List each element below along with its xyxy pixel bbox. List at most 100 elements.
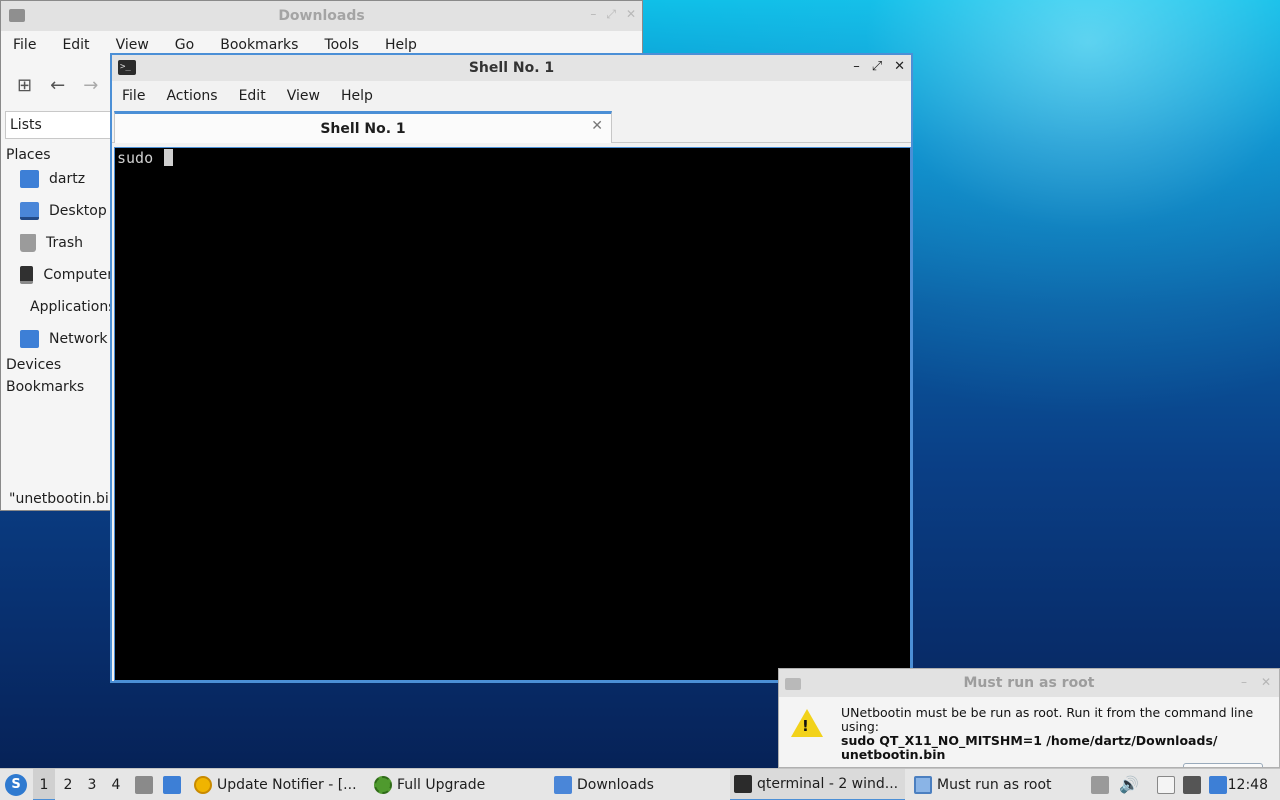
place-home[interactable]: dartz <box>1 163 113 195</box>
menu-file[interactable]: File <box>122 88 145 104</box>
terminal-window: >_ Shell No. 1 – ⤢ ✕ File Actions Edit V… <box>110 53 913 683</box>
gear-icon <box>374 776 392 794</box>
menu-help[interactable]: Help <box>341 88 373 104</box>
dialog-message: UNetbootin must be be run as root. Run i… <box>841 706 1279 762</box>
bookmarks-header[interactable]: Bookmarks <box>1 373 113 395</box>
command-text: unetbootin.bin <box>841 747 946 762</box>
command-text: sudo QT_X11_NO_MITSHM=1 /home/dartz/Down… <box>841 733 1218 748</box>
menu-edit[interactable]: Edit <box>239 88 266 104</box>
forward-arrow-icon[interactable]: → <box>83 75 98 96</box>
start-menu-button[interactable]: S <box>5 774 27 796</box>
update-available-icon[interactable] <box>1209 776 1227 794</box>
task-label: qterminal - 2 wind... <box>757 776 899 792</box>
home-folder-icon <box>20 170 39 188</box>
place-network[interactable]: Network <box>1 323 113 355</box>
close-icon[interactable]: ✕ <box>1261 675 1271 689</box>
task-label: Full Upgrade <box>397 777 486 793</box>
place-label: dartz <box>49 171 86 187</box>
message-line: UNetbootin must be be run as root. Run i… <box>841 705 1254 734</box>
task-full-upgrade[interactable]: Full Upgrade <box>374 769 544 800</box>
warning-mark: ! <box>802 717 809 735</box>
tray-arrow-icon[interactable] <box>1091 776 1109 794</box>
workspace-2[interactable]: 2 <box>57 769 79 800</box>
dialog-icon <box>914 776 932 794</box>
dialog-body: ! UNetbootin must be be run as root. Run… <box>779 697 1279 767</box>
task-label: Downloads <box>577 777 654 793</box>
maximize-icon[interactable]: ⤢ <box>872 59 882 74</box>
side-pane-mode-select[interactable]: Lists <box>5 111 113 139</box>
window-title: Shell No. 1 <box>468 60 555 76</box>
back-arrow-icon[interactable]: ← <box>50 75 65 96</box>
status-bar: "unetbootin.bin" <box>9 491 125 507</box>
show-desktop-icon[interactable] <box>163 776 181 794</box>
file-manager-launcher-icon[interactable] <box>135 776 153 794</box>
network-folder-icon <box>20 330 39 348</box>
place-label: Desktop <box>49 203 107 219</box>
tab-label: Shell No. 1 <box>320 120 406 137</box>
side-pane: Lists Places dartz Desktop Trash Compute… <box>1 111 116 510</box>
task-update-notifier[interactable]: Update Notifier - [... <box>194 769 364 800</box>
place-desktop[interactable]: Desktop <box>1 195 113 227</box>
clock[interactable]: 12:48 <box>1228 769 1268 800</box>
network-icon[interactable] <box>1183 776 1201 794</box>
tab-shell-1[interactable]: Shell No. 1 ✕ <box>114 111 612 143</box>
dialog-icon <box>785 678 801 690</box>
task-label: Update Notifier - [... <box>217 777 357 793</box>
taskbar: S 1 2 3 4 Update Notifier - [... Full Up… <box>0 768 1280 800</box>
menu-actions[interactable]: Actions <box>166 88 217 104</box>
text-cursor <box>164 149 174 166</box>
close-icon[interactable]: ✕ <box>894 59 905 74</box>
desktop-icon <box>20 202 39 220</box>
places-header[interactable]: Places <box>1 139 113 163</box>
place-label: Applications <box>30 299 116 315</box>
menu-go[interactable]: Go <box>175 37 194 53</box>
clipboard-icon[interactable] <box>1157 776 1175 794</box>
place-label: Network <box>49 331 108 347</box>
command-line: sudo <box>117 149 163 167</box>
place-label: Trash <box>46 235 83 251</box>
folder-icon <box>9 9 25 22</box>
workspace-4[interactable]: 4 <box>105 769 127 800</box>
task-qterminal[interactable]: qterminal - 2 wind... <box>730 769 905 800</box>
place-label: Computer <box>43 267 113 283</box>
dialog-title: Must run as root <box>963 675 1095 691</box>
terminal-icon: >_ <box>118 60 136 75</box>
new-tab-icon[interactable]: ⊞ <box>17 75 32 96</box>
trash-icon <box>20 234 36 252</box>
maximize-icon[interactable]: ⤢ <box>606 7 616 22</box>
update-notifier-icon <box>194 776 212 794</box>
tab-bar: Shell No. 1 ✕ <box>112 111 911 143</box>
menu-help[interactable]: Help <box>385 37 417 53</box>
computer-icon <box>20 266 34 284</box>
task-must-run-as-root[interactable]: Must run as root <box>914 769 1084 800</box>
window-title: Downloads <box>278 8 365 24</box>
menu-view[interactable]: View <box>287 88 320 104</box>
terminal-output[interactable]: sudo <box>114 147 911 681</box>
menubar: File Actions Edit View Help <box>112 81 911 111</box>
root-warning-dialog: Must run as root – ✕ ! UNetbootin must b… <box>778 668 1280 768</box>
workspace-3[interactable]: 3 <box>81 769 103 800</box>
dialog-titlebar[interactable]: Must run as root – ✕ <box>779 669 1279 697</box>
menu-tools[interactable]: Tools <box>324 37 359 53</box>
place-computer[interactable]: Computer <box>1 259 113 291</box>
terminal-icon <box>734 775 752 793</box>
menu-file[interactable]: File <box>13 37 36 53</box>
menu-view[interactable]: View <box>116 37 149 53</box>
place-applications[interactable]: Applications <box>1 291 116 323</box>
task-downloads[interactable]: Downloads <box>554 769 724 800</box>
volume-icon[interactable]: 🔊 <box>1119 776 1139 794</box>
close-icon[interactable]: ✕ <box>626 7 636 22</box>
terminal-titlebar[interactable]: >_ Shell No. 1 – ⤢ ✕ <box>112 55 911 81</box>
place-trash[interactable]: Trash <box>1 227 113 259</box>
close-tab-icon[interactable]: ✕ <box>591 118 603 134</box>
folder-icon <box>554 776 572 794</box>
minimize-icon[interactable]: – <box>590 7 596 22</box>
file-manager-titlebar[interactable]: Downloads – ⤢ ✕ <box>1 1 642 31</box>
task-label: Must run as root <box>937 777 1052 793</box>
menu-bookmarks[interactable]: Bookmarks <box>220 37 298 53</box>
workspace-1[interactable]: 1 <box>33 769 55 800</box>
minimize-icon[interactable]: – <box>1241 675 1247 689</box>
menu-edit[interactable]: Edit <box>62 37 89 53</box>
minimize-icon[interactable]: – <box>853 59 860 74</box>
devices-header[interactable]: Devices <box>1 355 113 373</box>
